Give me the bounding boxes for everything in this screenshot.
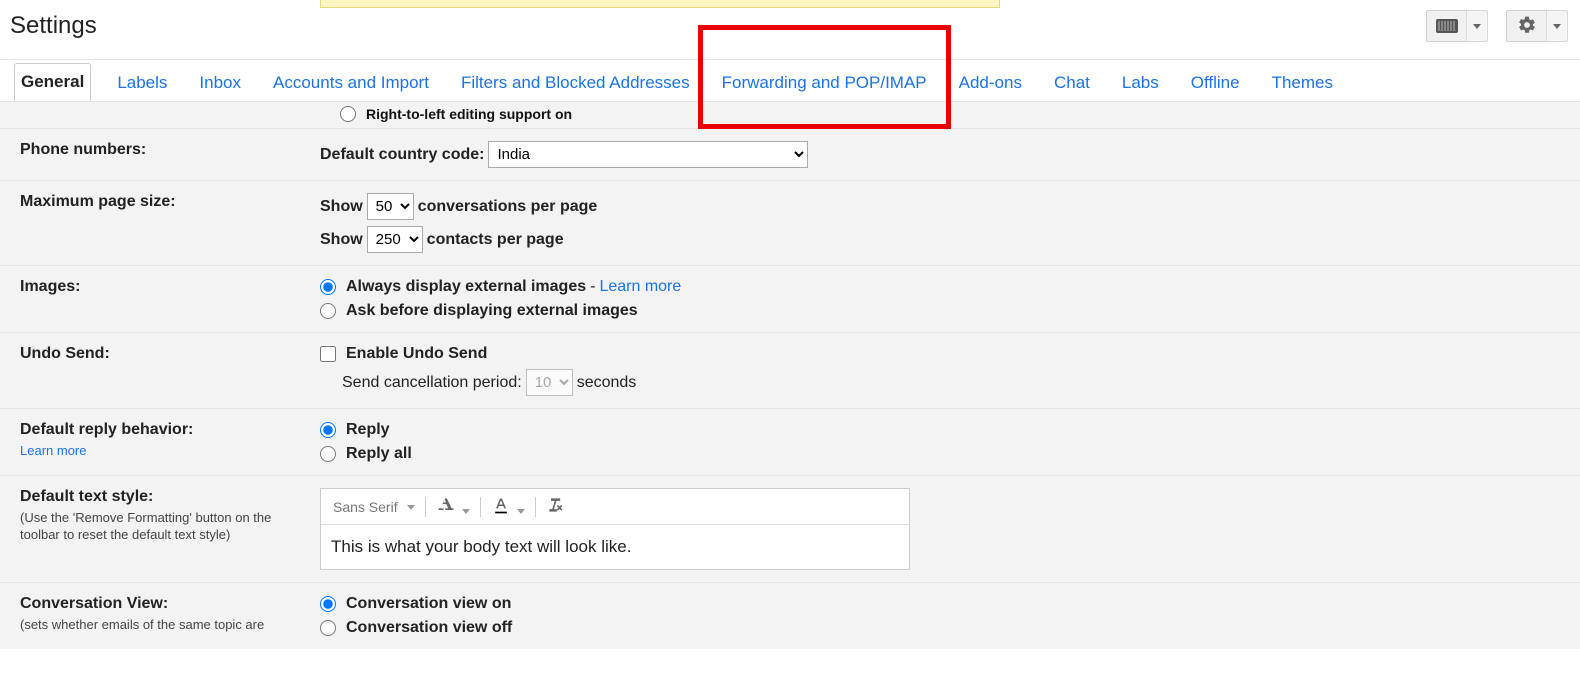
input-tools-dropdown[interactable] (1466, 10, 1488, 42)
country-code-label: Default country code: (320, 146, 484, 164)
reply-all-radio[interactable] (320, 446, 336, 462)
chevron-down-icon (1473, 24, 1481, 29)
settings-body: Right-to-left editing support on Phone n… (0, 102, 1580, 649)
images-ask-radio[interactable] (320, 303, 336, 319)
text-style-label-wrap: Default text style: (Use the 'Remove For… (0, 488, 320, 570)
tab-addons[interactable]: Add-ons (953, 65, 1028, 101)
text-color-button[interactable] (491, 495, 525, 518)
text-color-icon (491, 495, 511, 515)
text-size-icon (436, 495, 456, 515)
separator (535, 497, 536, 517)
conversation-view-label: Conversation View: (20, 595, 168, 612)
top-bar: Settings (0, 0, 1580, 60)
images-dash: - (590, 278, 595, 296)
remove-formatting-icon (546, 495, 566, 515)
text-style-row: Default text style: (Use the 'Remove For… (0, 476, 1580, 583)
chevron-down-icon (462, 509, 470, 514)
conversation-off-label: Conversation view off (346, 619, 512, 637)
settings-dropdown[interactable] (1546, 10, 1568, 42)
settings-gear-button[interactable] (1506, 10, 1546, 42)
chevron-down-icon (517, 509, 525, 514)
undo-send-label: Undo Send: (0, 345, 320, 396)
tab-labels[interactable]: Labels (111, 65, 173, 101)
settings-button-group (1506, 10, 1568, 42)
tab-offline[interactable]: Offline (1185, 65, 1246, 101)
separator (480, 497, 481, 517)
conversation-on-label: Conversation view on (346, 595, 511, 613)
images-label: Images: (0, 278, 320, 320)
undo-send-row: Undo Send: Enable Undo Send Send cancell… (0, 333, 1580, 409)
text-style-font-name: Sans Serif (333, 499, 398, 515)
tab-forwarding[interactable]: Forwarding and POP/IMAP (716, 65, 933, 101)
conversations-per-page-select[interactable]: 50 (367, 193, 414, 220)
conversations-per-page-label: conversations per page (418, 198, 598, 216)
images-learn-more-link[interactable]: Learn more (599, 278, 681, 296)
settings-tabs: General Labels Inbox Accounts and Import Fil… (0, 60, 1580, 102)
page-size-show-2: Show (320, 231, 363, 249)
contacts-per-page-label: contacts per page (427, 231, 564, 249)
page-title: Settings (10, 12, 97, 40)
reply-radio[interactable] (320, 422, 336, 438)
rtl-support-row-partial: Right-to-left editing support on (0, 102, 1580, 129)
input-tools-button[interactable] (1426, 10, 1466, 42)
undo-send-seconds-label: seconds (577, 374, 637, 392)
text-style-label: Default text style: (20, 488, 153, 505)
reply-behavior-row: Default reply behavior: Learn more Reply… (0, 409, 1580, 476)
tab-labs[interactable]: Labs (1116, 65, 1165, 101)
tab-inbox[interactable]: Inbox (193, 65, 247, 101)
phone-numbers-label: Phone numbers: (0, 141, 320, 168)
conversation-view-row: Conversation View: (sets whether emails … (0, 583, 1580, 649)
reply-all-radio-label: Reply all (346, 445, 412, 463)
notification-bar-remnant (320, 0, 1000, 8)
reply-radio-label: Reply (346, 421, 390, 439)
images-row: Images: Always display external images -… (0, 266, 1580, 333)
input-tools-button-group (1426, 10, 1488, 42)
contacts-per-page-select[interactable]: 250 (367, 226, 423, 253)
tab-themes[interactable]: Themes (1266, 65, 1339, 101)
conversation-on-radio[interactable] (320, 596, 336, 612)
conversation-off-radio[interactable] (320, 620, 336, 636)
conversation-view-label-wrap: Conversation View: (sets whether emails … (0, 595, 320, 637)
text-style-toolbar: Sans Serif (321, 489, 909, 525)
undo-send-checkbox[interactable] (320, 346, 336, 362)
toolbar-right (1426, 10, 1568, 42)
images-always-radio[interactable] (320, 279, 336, 295)
conversation-view-hint-partial: (sets whether emails of the same topic a… (20, 617, 300, 634)
chevron-down-icon (1553, 24, 1561, 29)
country-code-select[interactable]: India (488, 141, 808, 168)
undo-send-period-select[interactable]: 10 (526, 369, 573, 396)
text-style-preview: This is what your body text will look li… (321, 525, 909, 569)
tab-filters[interactable]: Filters and Blocked Addresses (455, 65, 696, 101)
chevron-down-icon (407, 505, 415, 510)
reply-behavior-label: Default reply behavior: (20, 421, 193, 438)
undo-send-checkbox-label: Enable Undo Send (346, 345, 487, 363)
text-style-editor: Sans Serif (320, 488, 910, 570)
tab-accounts[interactable]: Accounts and Import (267, 65, 435, 101)
rtl-support-on-label: Right-to-left editing support on (366, 106, 572, 122)
remove-formatting-button[interactable] (546, 495, 566, 518)
text-style-hint: (Use the 'Remove Formatting' button on t… (20, 510, 300, 544)
separator (425, 497, 426, 517)
gear-icon (1517, 15, 1537, 38)
text-style-font-picker[interactable]: Sans Serif (333, 499, 415, 515)
rtl-support-on-radio[interactable] (340, 106, 356, 122)
page-size-label: Maximum page size: (0, 193, 320, 253)
reply-behavior-label-wrap: Default reply behavior: Learn more (0, 421, 320, 463)
undo-send-period-label: Send cancellation period: (342, 374, 522, 392)
images-ask-label: Ask before displaying external images (346, 302, 638, 320)
page-size-show-1: Show (320, 198, 363, 216)
reply-learn-more-link[interactable]: Learn more (20, 443, 86, 458)
images-always-label: Always display external images (346, 278, 586, 296)
page-size-row: Maximum page size: Show 50 conversations… (0, 181, 1580, 266)
phone-numbers-row: Phone numbers: Default country code: Ind… (0, 129, 1580, 181)
tab-chat[interactable]: Chat (1048, 65, 1096, 101)
keyboard-icon (1436, 19, 1458, 33)
tab-general[interactable]: General (14, 63, 91, 101)
text-size-button[interactable] (436, 495, 470, 518)
